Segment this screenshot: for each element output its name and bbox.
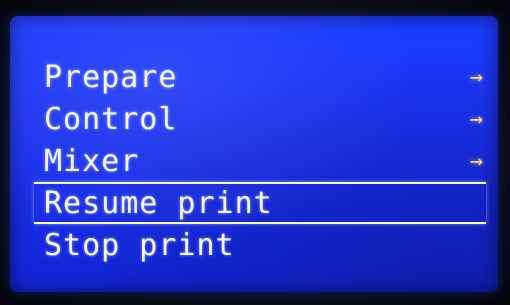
menu-item-label: Prepare [44,59,178,95]
display-bezel: Prepare → Control → Mixer → Resume print… [0,0,510,305]
main-menu: Prepare → Control → Mixer → Resume print… [34,56,486,266]
submenu-arrow-icon: → [469,148,484,174]
menu-item-control[interactable]: Control → [34,98,486,140]
menu-item-mixer[interactable]: Mixer → [34,140,486,182]
menu-item-stop-print[interactable]: Stop print [34,224,486,266]
submenu-arrow-icon: → [469,64,484,90]
menu-item-label: Stop print [44,227,235,263]
menu-item-resume-print[interactable]: Resume print [34,182,486,224]
lcd-screen: Prepare → Control → Mixer → Resume print… [10,16,498,292]
submenu-arrow-icon: → [469,106,484,132]
menu-item-label: Resume print [44,185,273,221]
menu-item-prepare[interactable]: Prepare → [34,56,486,98]
menu-item-label: Mixer [44,143,140,179]
menu-item-label: Control [44,101,178,137]
